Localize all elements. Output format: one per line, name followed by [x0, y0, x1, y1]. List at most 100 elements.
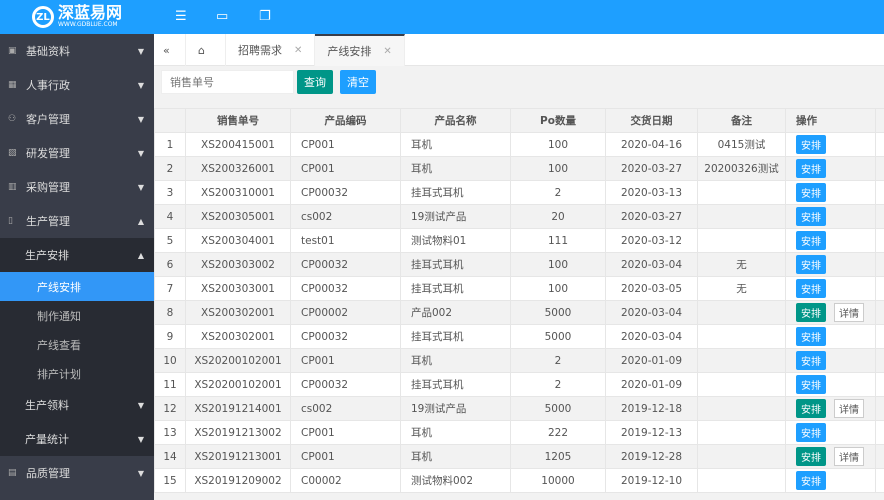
sidebar-subitem[interactable]: 产线安排: [0, 272, 154, 301]
table-cell: CP001: [290, 420, 401, 445]
chevron-down-icon: ▼: [137, 182, 144, 192]
table-row: 5 XS200304001 test01 测试物料01 111 2020-03-12 安排: [154, 228, 884, 253]
table-row: 3 XS200310001 CP00032 挂耳式耳机 2 2020-03-13 安排: [154, 180, 884, 205]
scroll-gutter: [875, 420, 884, 445]
table-cell: 5: [154, 228, 186, 253]
sidebar-item[interactable]: ▥ 采购管理 ▼: [0, 170, 154, 204]
sidebar-subitem[interactable]: 排产计划: [0, 359, 154, 388]
tab-label: 产线安排: [327, 45, 372, 58]
table-row: 15 XS20191209002 C00002 测试物料002 10000 2019-12…: [154, 468, 884, 493]
arrange-button[interactable]: 安排: [796, 279, 826, 298]
arrange-button[interactable]: 安排: [796, 399, 826, 418]
column-header: 操作: [785, 108, 876, 133]
home-tab[interactable]: ⌂: [186, 34, 226, 66]
book-icon: ▣: [8, 46, 17, 56]
arrange-button[interactable]: 安排: [796, 135, 826, 154]
arrange-button[interactable]: 安排: [796, 183, 826, 202]
table-cell: 3: [154, 180, 186, 205]
detail-button[interactable]: 详情: [834, 447, 864, 466]
logo[interactable]: ZL 深蓝易网 WWW.GDBLUE.COM: [0, 0, 154, 34]
close-icon[interactable]: ✕: [294, 45, 302, 56]
sidebar-subitem[interactable]: 制作通知: [0, 301, 154, 330]
home-icon: ⌂: [198, 43, 205, 57]
arrange-button[interactable]: 安排: [796, 471, 826, 490]
arrange-button[interactable]: 安排: [796, 351, 826, 370]
sidebar-item[interactable]: ▨ 研发管理 ▼: [0, 136, 154, 170]
sidebar-item[interactable]: 产量统计 ▼: [0, 422, 154, 456]
arrange-button[interactable]: 安排: [796, 375, 826, 394]
chevron-down-icon: ▼: [137, 80, 144, 90]
tab-line-schedule[interactable]: 产线安排 ✕: [315, 34, 405, 66]
table-row: 13 XS20191213002 CP001 耳机 222 2019-12-13 安排: [154, 420, 884, 445]
table-cell: 2: [510, 372, 606, 397]
detail-button[interactable]: 详情: [834, 303, 864, 322]
table-cell: 无: [697, 252, 786, 277]
detail-button[interactable]: 详情: [834, 399, 864, 418]
arrange-button[interactable]: 安排: [796, 207, 826, 226]
chevron-down-icon: ▼: [137, 114, 144, 124]
table-cell: 5000: [510, 300, 606, 325]
arrange-button[interactable]: 安排: [796, 255, 826, 274]
menu-toggle-icon[interactable]: ☰: [175, 9, 187, 24]
sidebar-item-quality[interactable]: ▤ 品质管理 ▼: [0, 456, 154, 490]
sidebar-item-label: 产量统计: [25, 433, 69, 446]
arrange-button[interactable]: 安排: [796, 303, 826, 322]
actions-cell: 安排: [785, 180, 876, 205]
sidebar-item-production-schedule[interactable]: 生产安排 ▲: [0, 238, 154, 272]
query-button[interactable]: 查询: [297, 70, 333, 94]
sidebar-subitem[interactable]: 产线查看: [0, 330, 154, 359]
table-cell: 9: [154, 324, 186, 349]
sidebar-item[interactable]: ⚇ 客户管理 ▼: [0, 102, 154, 136]
arrange-button[interactable]: 安排: [796, 423, 826, 442]
sidebar-item[interactable]: ▣ 基础资料 ▼: [0, 34, 154, 68]
tab-bar: « ⌂ 招聘需求 ✕ 产线安排 ✕: [154, 34, 884, 66]
scroll-gutter: [875, 324, 884, 349]
table-cell: 耳机: [400, 444, 511, 469]
table-cell: 无: [697, 276, 786, 301]
sidebar-item[interactable]: ▯ 生产管理 ▲: [0, 204, 154, 238]
flask-icon: ▨: [8, 148, 17, 158]
scroll-gutter: [875, 132, 884, 157]
table-cell: XS200302001: [185, 300, 291, 325]
window-icon[interactable]: ▭: [216, 9, 228, 24]
arrange-button[interactable]: 安排: [796, 447, 826, 466]
table-cell: 耳机: [400, 420, 511, 445]
table-cell: [697, 204, 786, 229]
grid-icon: ▦: [8, 80, 17, 90]
chevron-up-icon: ▲: [137, 250, 144, 260]
table-cell: XS20200102001: [185, 348, 291, 373]
table-cell: 7: [154, 276, 186, 301]
table-cell: 12: [154, 396, 186, 421]
sidebar-item[interactable]: ▦ 人事行政 ▼: [0, 68, 154, 102]
arrange-button[interactable]: 安排: [796, 159, 826, 178]
scroll-gutter: [875, 252, 884, 277]
tab-recruitment[interactable]: 招聘需求 ✕: [226, 34, 316, 66]
sidebar-item[interactable]: 生产领料 ▼: [0, 388, 154, 422]
table-cell: 20: [510, 204, 606, 229]
arrange-button[interactable]: 安排: [796, 231, 826, 250]
table-cell: 2020-03-13: [605, 180, 698, 205]
table-cell: CP00032: [290, 180, 401, 205]
table-row: 2 XS200326001 CP001 耳机 100 2020-03-27 20200326…: [154, 156, 884, 181]
table-cell: 100: [510, 156, 606, 181]
table-cell: 2019-12-28: [605, 444, 698, 469]
table-cell: 111: [510, 228, 606, 253]
collapse-tabs-button[interactable]: «: [154, 34, 186, 66]
table-cell: 100: [510, 252, 606, 277]
table-cell: [697, 444, 786, 469]
table-cell: 13: [154, 420, 186, 445]
top-header: ZL 深蓝易网 WWW.GDBLUE.COM ☰ ▭ ❐: [0, 0, 884, 34]
table-cell: 19测试产品: [400, 204, 511, 229]
table-cell: 0415测试: [697, 132, 786, 157]
table-cell: 产品002: [400, 300, 511, 325]
arrange-button[interactable]: 安排: [796, 327, 826, 346]
table-cell: [697, 396, 786, 421]
actions-cell: 安排 详情: [785, 300, 876, 325]
table-cell: XS20191214001: [185, 396, 291, 421]
sales-order-search-input[interactable]: [161, 70, 294, 94]
copy-icon[interactable]: ❐: [259, 9, 271, 24]
table-cell: 2020-03-27: [605, 156, 698, 181]
clear-button[interactable]: 清空: [340, 70, 376, 94]
table-cell: 2: [510, 180, 606, 205]
close-icon[interactable]: ✕: [383, 46, 391, 57]
